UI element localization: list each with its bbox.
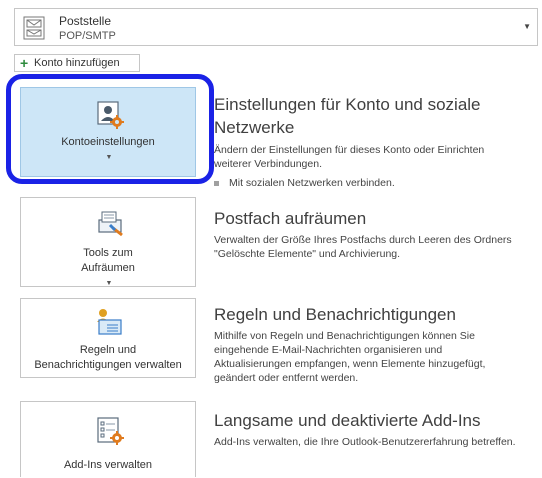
- rules-desc-line4: geändert oder entfernt werden.: [214, 372, 359, 384]
- account-desc-line1: Ändern der Einstellungen für dieses Kont…: [214, 144, 485, 156]
- account-settings-label: Kontoeinstellungen: [61, 136, 155, 148]
- social-networks-link[interactable]: Mit sozialen Netzwerken verbinden.: [214, 177, 395, 189]
- chevron-down-icon: ▼: [523, 22, 531, 31]
- account-title-line1: Einstellungen für Konto und soziale: [214, 95, 481, 114]
- addins-section-desc: Add-Ins verwalten, die Ihre Outlook-Benu…: [214, 435, 540, 449]
- plus-icon: +: [20, 55, 29, 71]
- account-section-desc: Ändern der Einstellungen für dieses Kont…: [214, 143, 540, 171]
- rules-section-title: Regeln und Benachrichtigungen: [214, 305, 456, 324]
- social-networks-label: Mit sozialen Netzwerken verbinden.: [229, 177, 395, 189]
- rules-desc-line2: eingehende E-Mail-Nachrichten organisier…: [214, 344, 443, 356]
- addins-desc-line1: Add-Ins verwalten, die Ihre Outlook-Benu…: [214, 436, 516, 448]
- rules-icon: [95, 307, 125, 337]
- rules-section-desc: Mithilfe von Regeln und Benachrichtigung…: [214, 329, 540, 385]
- account-name: Poststelle: [59, 14, 112, 28]
- mailbox-cleanup-icon: [95, 208, 125, 238]
- rules-alerts-button[interactable]: Regeln und Benachrichtigungen verwalten: [20, 298, 196, 378]
- rules-label-line1: Regeln und: [79, 344, 137, 356]
- addins-label: Add-Ins verwalten: [63, 459, 153, 471]
- rules-desc-line1: Mithilfe von Regeln und Benachrichtigung…: [214, 330, 475, 342]
- manage-addins-button[interactable]: Add-Ins verwalten: [20, 401, 196, 477]
- account-settings-icon: [95, 100, 125, 130]
- cleanup-tools-button[interactable]: Tools zum Aufräumen ▼: [20, 197, 196, 287]
- cleanup-section-title: Postfach aufräumen: [214, 209, 367, 228]
- account-selector[interactable]: Poststelle POP/SMTP ▼: [14, 8, 538, 46]
- account-section-title: Einstellungen für Konto und soziale Netz…: [214, 93, 481, 139]
- account-type: POP/SMTP: [59, 30, 116, 42]
- bullet-icon: [214, 180, 219, 186]
- addins-icon: [95, 416, 125, 446]
- cleanup-label-line2: Aufräumen: [81, 262, 135, 274]
- cleanup-section-desc: Verwalten der Größe Ihres Postfachs durc…: [214, 233, 540, 261]
- addins-section-title: Langsame und deaktivierte Add-Ins: [214, 411, 481, 430]
- add-account-button[interactable]: + Konto hinzufügen: [14, 54, 140, 72]
- rules-label-line2: Benachrichtigungen verwalten: [34, 359, 182, 371]
- cleanup-desc-line1: Verwalten der Größe Ihres Postfachs durc…: [214, 234, 512, 246]
- account-settings-button[interactable]: Kontoeinstellungen ▼: [20, 87, 196, 177]
- account-title-line2: Netzwerke: [214, 118, 295, 137]
- cleanup-label-line1: Tools zum: [83, 247, 133, 259]
- mailbox-icon: [23, 16, 45, 40]
- rules-desc-line3: Aktualisierungen empfangen, wenn Element…: [214, 358, 486, 370]
- add-account-label: Konto hinzufügen: [34, 57, 120, 69]
- account-desc-line2: weiterer Verbindungen.: [214, 158, 322, 170]
- cleanup-desc-line2: "Gelöschte Elemente" und Archivierung.: [214, 248, 401, 260]
- chevron-down-icon: ▼: [105, 154, 113, 161]
- chevron-down-icon: ▼: [105, 280, 113, 287]
